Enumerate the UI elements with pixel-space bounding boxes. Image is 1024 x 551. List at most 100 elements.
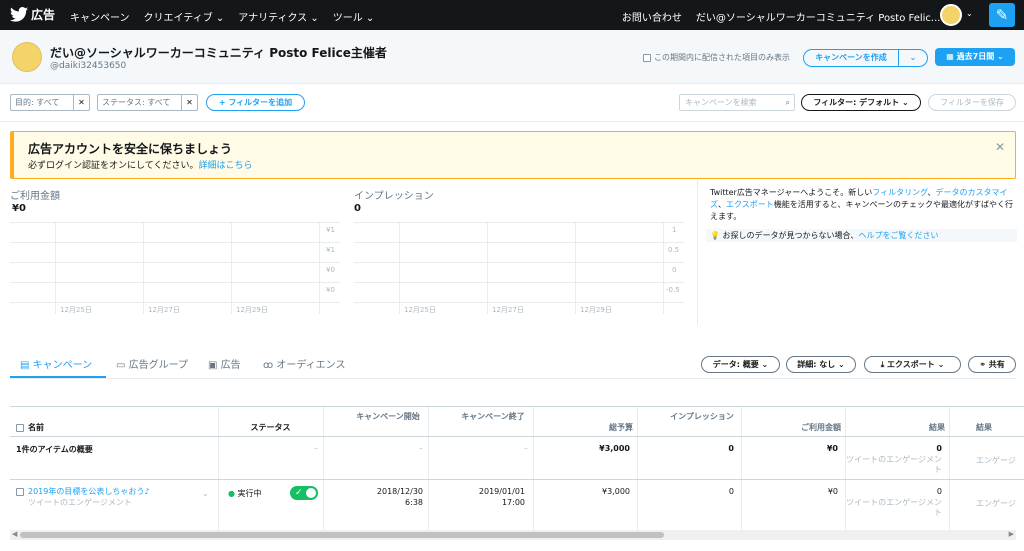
tab-label: 広告 [220,360,241,371]
summary-budget: ¥3,000 [599,444,630,453]
summary-results: 0 [936,444,942,453]
nav-creatives[interactable]: クリエイティブ ⌄ [144,9,225,24]
data-view-dropdown[interactable]: データ: 概要 ⌄ [701,356,780,373]
tab-ad-groups[interactable]: ▭ 広告グループ [116,356,188,378]
start-header[interactable]: キャンペーン開始 [353,411,423,422]
delivered-only-checkbox[interactable]: この期間内に配信された項目のみ表示 [643,52,790,63]
check-icon: ✓ [295,488,303,498]
x-tick-label: 12月27日 [492,306,524,314]
impressions-header[interactable]: インプレッション [667,411,737,422]
twitter-bird-icon [10,7,28,22]
create-campaign-button[interactable]: キャンペーンを作成 [803,49,899,67]
campaign-search-input[interactable]: キャンペーンを検索 ⌕ [679,94,795,111]
spend-value: ¥0 [12,203,26,214]
date-range-button[interactable]: ▦ 過去7日間 ⌄ [935,48,1015,66]
impressions-label: インプレッション [354,191,434,202]
twitter-ads-logo[interactable]: 広告 [10,6,55,23]
results2-header[interactable]: 結果 [976,422,992,433]
grid-line [399,222,400,314]
search-placeholder: キャンペーンを検索 [685,98,757,107]
select-all-header[interactable]: 名前 [16,422,44,433]
help-link[interactable]: ヘルプをご覧ください [859,231,939,240]
column-divider [949,407,950,530]
y-tick-label: ¥1 [326,246,335,254]
checkbox-icon[interactable] [16,423,24,432]
separator: 、 [927,188,936,197]
close-icon[interactable]: ✕ [181,95,197,110]
campaign-status-toggle[interactable]: ✓ [290,486,318,500]
y-tick-label: -0.5 [666,286,680,294]
close-icon[interactable]: ✕ [73,95,89,110]
help-banner: 💡 お探しのデータが見つからない場合、ヘルプをご覧ください [706,229,1017,242]
grid-line [143,222,144,314]
campaign-name-link[interactable]: 2019年の目標を公表しちゃおう♪ [28,486,149,497]
breakdown-dropdown[interactable]: 詳細: なし ⌄ [786,356,856,373]
scroll-right-icon[interactable]: ▶ [1009,530,1014,538]
row-spend: ¥0 [827,487,838,496]
grid-line [354,302,684,303]
status-header[interactable]: ステータス [218,422,323,433]
calendar-icon: ▦ [946,52,957,61]
export-link[interactable]: エクスポート [726,200,774,209]
y-tick-label: ¥1 [326,226,335,234]
user-avatar[interactable] [940,4,962,26]
toggle-knob [306,488,316,498]
account-avatar [12,42,42,72]
budget-header[interactable]: 総予算 [533,422,633,433]
nav-contact[interactable]: お問い合わせ [622,9,682,24]
table-row[interactable]: 2019年の目標を公表しちゃおう♪ [16,486,149,497]
results-header[interactable]: 結果 [845,422,945,433]
nav-account-switcher[interactable]: だい@ソーシャルワーカーコミュニティ Posto Felic... ⌄ [696,9,952,24]
tab-campaigns[interactable]: ▤ キャンペーン [10,356,106,378]
add-filter-button[interactable]: + フィルターを追加 [206,94,305,111]
y-tick-label: 0.5 [668,246,680,254]
spend-header[interactable]: ご利用金額 [741,422,841,433]
grid-line [10,302,340,303]
grid-line [575,222,576,314]
summary-status: – [314,444,318,453]
chevron-down-icon[interactable]: ⌄ [966,9,973,18]
create-campaign-dropdown[interactable]: ⌄ [898,49,928,67]
grid-line [319,222,320,314]
nav-campaigns[interactable]: キャンペーン [70,9,130,24]
save-filter-button[interactable]: フィルターを保存 [928,94,1016,111]
tab-label: 広告グループ [128,360,189,371]
chevron-down-icon[interactable]: ⌄ [202,489,209,498]
filter-default-button[interactable]: フィルター: デフォルト ⌄ [801,94,921,111]
summary-end: – [524,444,528,453]
objective-filter-label: 目的: すべて [15,98,60,107]
summary-start: – [419,444,423,453]
link-icon: ⚭ [979,360,989,369]
start-time: 6:38 [405,498,423,507]
alert-learn-more-link[interactable]: 詳細はこちら [198,161,252,171]
nav-analytics[interactable]: アナリティクス ⌄ [238,9,318,24]
filtering-link[interactable]: フィルタリング [872,188,927,197]
tab-audiences[interactable]: ꝏ オーディエンス [263,356,345,378]
summary-name: 1件のアイテムの概要 [16,445,93,454]
grid-line [10,222,340,223]
impressions-value: 0 [354,203,361,214]
objective-filter-chip[interactable]: 目的: すべて ✕ [10,94,90,111]
checkbox-icon[interactable] [16,487,24,496]
welcome-text: Twitter広告マネージャーへようこそ。新しいフィルタリング、データのカスタマ… [710,187,1016,223]
status-filter-chip[interactable]: ステータス: すべて ✕ [97,94,198,111]
checkbox-icon[interactable] [643,53,651,62]
grid-line [663,222,664,314]
share-button[interactable]: ⚭ 共有 [968,356,1016,373]
scroll-left-icon[interactable]: ◀ [12,530,17,538]
chevron-down-icon: ⌄ [909,53,917,62]
grid-line [354,222,684,223]
share-label: 共有 [988,360,1005,369]
name-header[interactable]: 名前 [28,422,44,433]
scrollbar-thumb[interactable] [20,532,664,538]
checkbox-label: この期間内に配信された項目のみ表示 [654,53,790,62]
nav-tools[interactable]: ツール ⌄ [333,9,375,24]
end-header[interactable]: キャンペーン終了 [458,411,528,422]
export-dropdown[interactable]: ⤓ エクスポート ⌄ [864,356,961,373]
x-tick-label: 12月29日 [580,306,612,314]
tab-ads[interactable]: ▣ 広告 [208,356,241,378]
separator: 、 [718,200,726,209]
horizontal-scrollbar[interactable]: ◀ ▶ [10,530,1016,540]
compose-icon[interactable]: ✎ [989,3,1015,27]
close-icon[interactable]: ✕ [995,140,1005,154]
